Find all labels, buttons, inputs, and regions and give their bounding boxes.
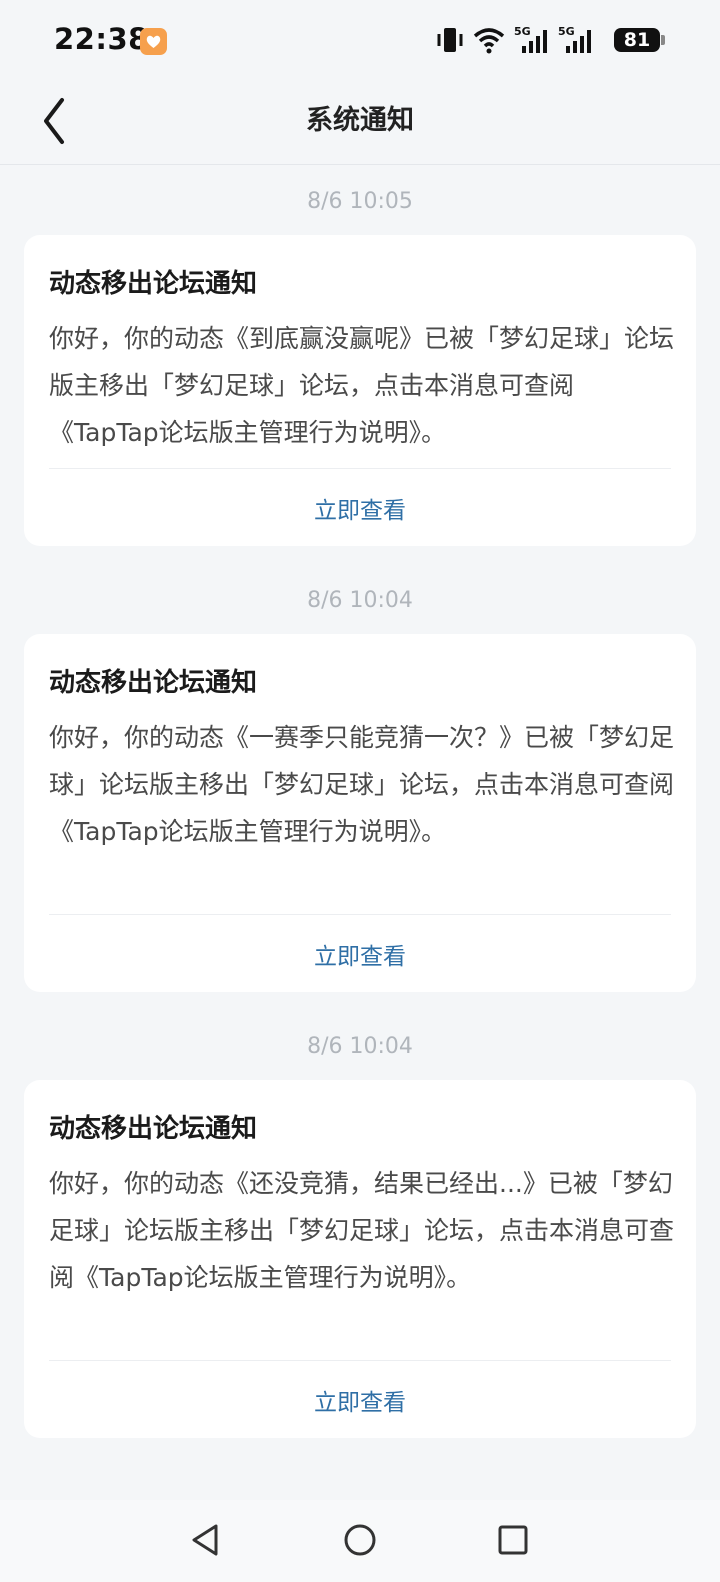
wifi-icon [473, 28, 505, 54]
page-title: 系统通知 [306, 105, 414, 136]
battery-icon: 81 [614, 28, 660, 52]
vibrate-icon [437, 28, 463, 52]
svg-text:5G: 5G [514, 25, 531, 38]
notification-list[interactable]: 8/6 10:05 动态移出论坛通知 你好，你的动态《到底赢没赢呢》已被「梦幻足… [0, 165, 720, 1500]
view-now-button[interactable]: 立即查看 [24, 937, 696, 971]
notification-body: 你好，你的动态《一赛季只能竞猜一次？》已被「梦幻足球」论坛版主移出「梦幻足球」论… [49, 723, 675, 846]
notification-body: 你好，你的动态《到底赢没赢呢》已被「梦幻足球」论坛版主移出「梦幻足球」论坛，点击… [49, 324, 675, 447]
notification-card[interactable]: 动态移出论坛通知 你好，你的动态《到底赢没赢呢》已被「梦幻足球」论坛版主移出「梦… [24, 235, 696, 546]
svg-text:5G: 5G [558, 25, 575, 38]
notification-time: 8/6 10:04 [307, 588, 413, 613]
status-time: 22:38 [54, 22, 149, 56]
status-bar: 22:38 5G 5G 81 [0, 0, 720, 80]
header: 系统通知 [0, 80, 720, 165]
back-triangle-icon[interactable] [186, 1520, 226, 1560]
home-circle-icon[interactable] [340, 1520, 380, 1560]
signal-icon-2: 5G [558, 25, 591, 53]
view-now-button[interactable]: 立即查看 [24, 491, 696, 525]
card-divider [49, 468, 671, 469]
notification-card[interactable]: 动态移出论坛通知 你好，你的动态《还没竞猜，结果已经出...》已被「梦幻足球」论… [24, 1080, 696, 1438]
battery-tip [661, 35, 665, 45]
notification-title: 动态移出论坛通知 [49, 668, 258, 698]
card-divider [49, 1360, 671, 1361]
notification-time: 8/6 10:04 [307, 1034, 413, 1059]
notification-title: 动态移出论坛通知 [49, 1114, 258, 1144]
view-now-button[interactable]: 立即查看 [24, 1383, 696, 1417]
notification-title: 动态移出论坛通知 [49, 269, 258, 299]
recents-square-icon[interactable] [493, 1520, 533, 1560]
notification-card[interactable]: 动态移出论坛通知 你好，你的动态《一赛季只能竞猜一次？》已被「梦幻足球」论坛版主… [24, 634, 696, 992]
signal-icon: 5G [514, 25, 547, 53]
system-nav-bar [0, 1500, 720, 1582]
app-badge-icon [140, 28, 167, 55]
notification-time: 8/6 10:05 [307, 189, 413, 214]
card-divider [49, 914, 671, 915]
notification-body: 你好，你的动态《还没竞猜，结果已经出...》已被「梦幻足球」论坛版主移出「梦幻足… [49, 1169, 675, 1292]
